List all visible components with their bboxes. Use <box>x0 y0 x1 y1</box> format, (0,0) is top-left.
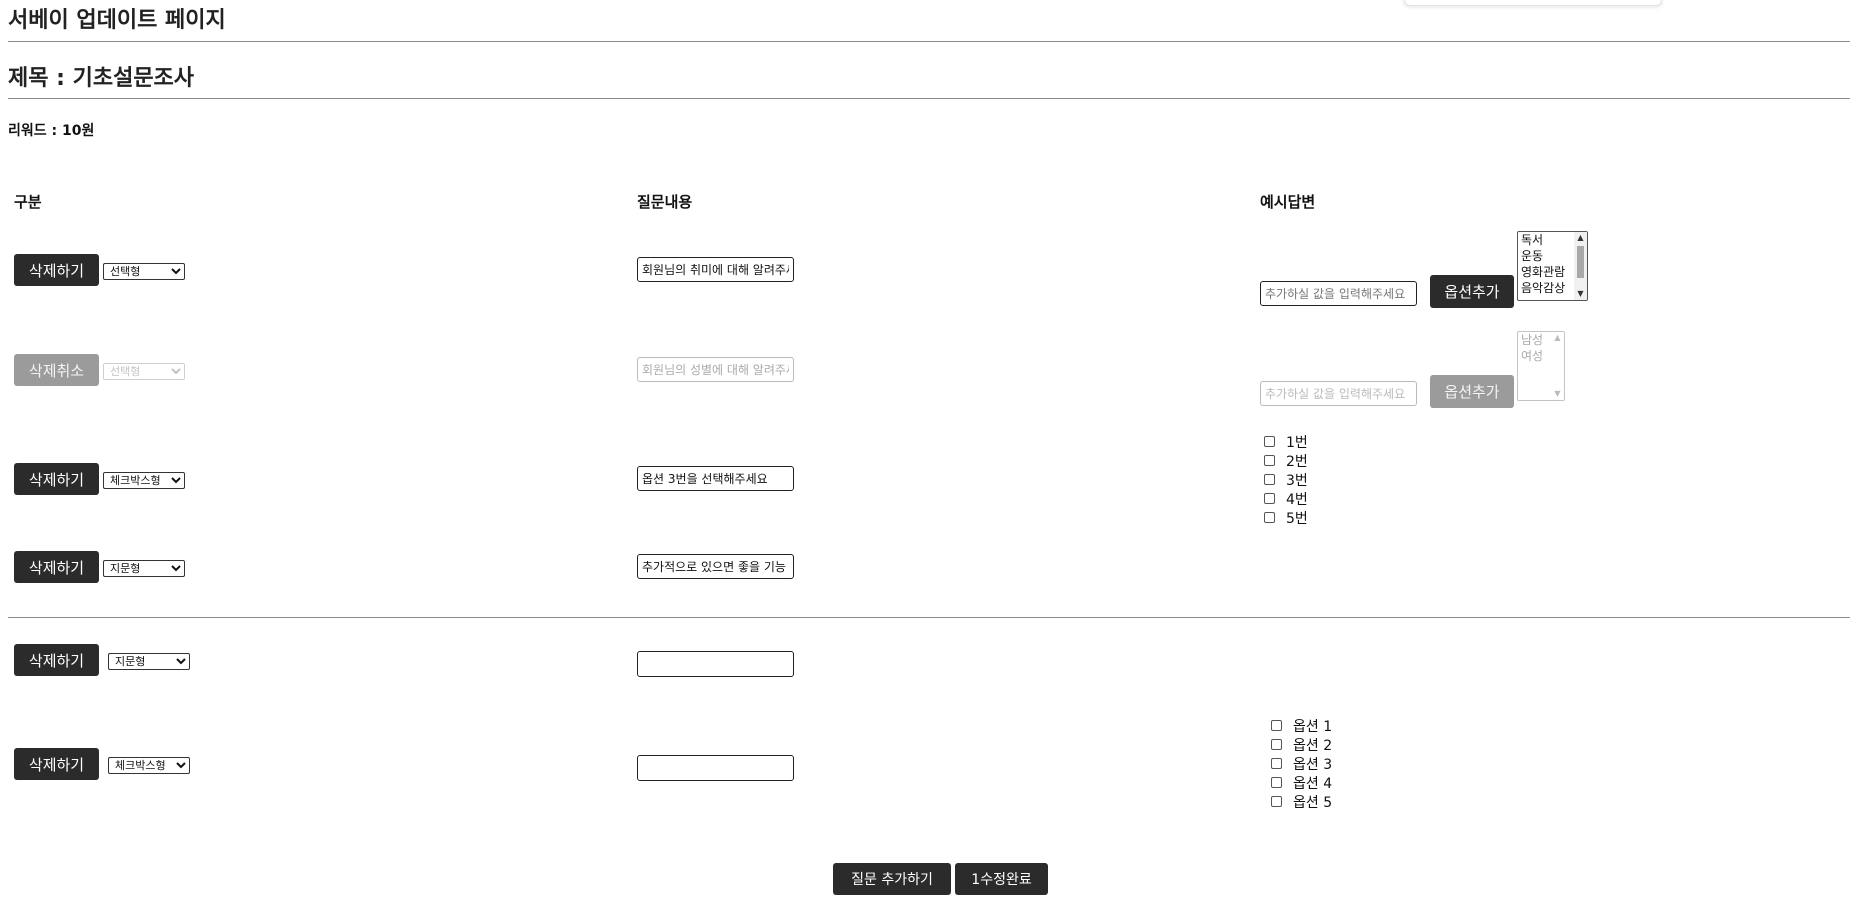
checkbox[interactable] <box>1271 758 1282 769</box>
checkbox-option[interactable]: 옵션 1 <box>1271 716 1332 735</box>
delete-question-button[interactable]: 삭제하기 <box>14 254 99 286</box>
divider <box>8 617 1850 618</box>
checkbox[interactable] <box>1271 796 1282 807</box>
page-title: 서베이 업데이트 페이지 <box>8 8 226 33</box>
reward-label: 리워드 : 10원 <box>8 123 95 139</box>
checkbox-option[interactable]: 5번 <box>1264 508 1308 527</box>
question-input[interactable] <box>637 257 794 282</box>
delete-question-button[interactable]: 삭제하기 <box>14 463 99 495</box>
checkbox[interactable] <box>1264 512 1275 523</box>
checkbox-label: 옵션 3 <box>1293 756 1333 773</box>
delete-question-button[interactable]: 삭제하기 <box>14 644 99 676</box>
checkbox-label: 옵션 5 <box>1293 794 1333 811</box>
checkbox-option[interactable]: 4번 <box>1264 489 1308 508</box>
checkbox[interactable] <box>1271 739 1282 750</box>
options-listbox[interactable]: 남성 여성 ▲ ▼ <box>1517 331 1565 401</box>
add-option-button[interactable]: 옵션추가 <box>1430 275 1514 308</box>
divider <box>8 98 1850 99</box>
scroll-down-arrow-icon[interactable]: ▼ <box>1551 388 1564 400</box>
checkbox-label: 3번 <box>1286 472 1308 489</box>
checkbox-option[interactable]: 3번 <box>1264 470 1308 489</box>
delete-question-button[interactable]: 삭제하기 <box>14 748 99 780</box>
checkbox-label: 2번 <box>1286 453 1308 470</box>
listbox-scrollbar[interactable]: ▲ ▼ <box>1574 232 1587 300</box>
question-input[interactable] <box>637 755 794 781</box>
checkbox-option[interactable]: 옵션 3 <box>1271 754 1332 773</box>
add-option-button[interactable]: 옵션추가 <box>1430 375 1514 408</box>
divider <box>8 41 1850 42</box>
question-input[interactable] <box>637 466 794 491</box>
scroll-down-arrow-icon[interactable]: ▼ <box>1574 288 1587 300</box>
checkbox-label: 5번 <box>1286 510 1308 527</box>
question-type-select[interactable]: 체크박스형 <box>108 757 190 774</box>
checkbox-option[interactable]: 옵션 5 <box>1271 792 1332 811</box>
question-input[interactable] <box>637 651 794 677</box>
scroll-thumb[interactable] <box>1577 246 1584 278</box>
question-type-select[interactable]: 선택형 <box>103 263 185 280</box>
question-input[interactable] <box>637 357 794 382</box>
option-value-input[interactable] <box>1260 281 1417 306</box>
undo-delete-button[interactable]: 삭제취소 <box>14 354 99 386</box>
checkbox-option[interactable]: 1번 <box>1264 432 1308 451</box>
delete-question-button[interactable]: 삭제하기 <box>14 551 99 583</box>
question-input[interactable] <box>637 554 794 579</box>
checkbox-label: 4번 <box>1286 491 1308 508</box>
listbox-scrollbar[interactable]: ▲ ▼ <box>1551 332 1564 400</box>
checkbox-label: 1번 <box>1286 434 1308 451</box>
add-question-button[interactable]: 질문 추가하기 <box>833 863 951 895</box>
top-floating-panel <box>1404 0 1662 6</box>
scroll-up-arrow-icon[interactable]: ▲ <box>1551 332 1564 344</box>
complete-edit-button[interactable]: 1수정완료 <box>955 863 1048 895</box>
question-type-select[interactable]: 선택형 <box>103 363 185 380</box>
checkbox[interactable] <box>1271 777 1282 788</box>
column-header-category: 구분 <box>14 193 42 211</box>
column-header-question: 질문내용 <box>637 193 693 211</box>
column-header-example-answer: 예시답변 <box>1260 193 1316 211</box>
checkbox[interactable] <box>1264 493 1275 504</box>
checkbox-label: 옵션 4 <box>1293 775 1333 792</box>
checkbox[interactable] <box>1271 720 1282 731</box>
checkbox-label: 옵션 1 <box>1293 718 1333 735</box>
checkbox-option[interactable]: 옵션 4 <box>1271 773 1332 792</box>
checkbox[interactable] <box>1264 455 1275 466</box>
question-type-select[interactable]: 체크박스형 <box>103 472 185 489</box>
question-type-select[interactable]: 지문형 <box>108 653 190 670</box>
checkbox-label: 옵션 2 <box>1293 737 1333 754</box>
checkbox[interactable] <box>1264 436 1275 447</box>
question-type-select[interactable]: 지문형 <box>103 560 185 577</box>
options-listbox[interactable]: 독서 운동 영화관람 음악감상 ▲ ▼ <box>1517 231 1588 301</box>
checkbox-option[interactable]: 2번 <box>1264 451 1308 470</box>
option-value-input[interactable] <box>1260 381 1417 406</box>
checkbox[interactable] <box>1264 474 1275 485</box>
checkbox-option[interactable]: 옵션 2 <box>1271 735 1332 754</box>
scroll-up-arrow-icon[interactable]: ▲ <box>1574 232 1587 244</box>
survey-title: 제목 : 기초설문조사 <box>8 66 195 91</box>
